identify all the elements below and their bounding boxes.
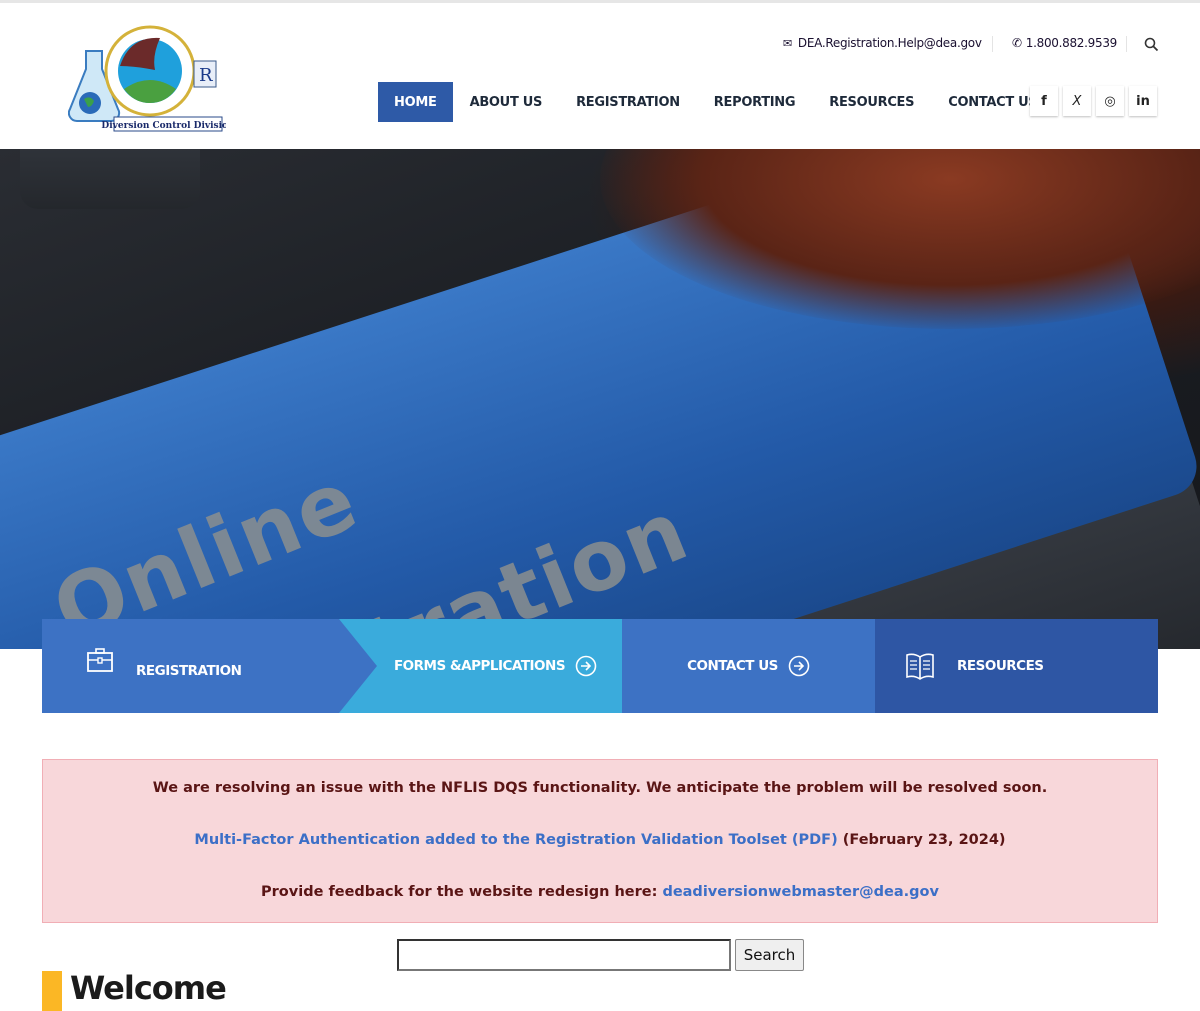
webmaster-email-link[interactable]: deadiversionwebmaster@dea.gov <box>662 884 939 900</box>
phone-icon: ✆ <box>1012 36 1022 50</box>
tile-label: FORMS &APPLICATIONS <box>393 658 566 674</box>
tile-label: REGISTRATION <box>136 663 242 679</box>
tile-registration[interactable]: REGISTRATION <box>42 619 377 713</box>
welcome-heading: Welcome <box>70 969 227 1007</box>
tile-label: RESOURCES <box>957 658 1044 674</box>
tile-forms-applications[interactable]: FORMS &APPLICATIONS <box>339 619 622 713</box>
alert-date: (February 23, 2024) <box>837 832 1006 848</box>
nav-about-us[interactable]: ABOUT US <box>453 82 560 122</box>
site-search-input[interactable] <box>397 939 731 971</box>
email-contact[interactable]: ✉ DEA.Registration.Help@dea.gov <box>783 36 982 50</box>
alert-banner: We are resolving an issue with the NFLIS… <box>42 759 1158 923</box>
svg-text:R: R <box>199 65 213 86</box>
alert-feedback: Provide feedback for the website redesig… <box>43 884 1157 900</box>
envelope-icon: ✉ <box>783 36 792 50</box>
linkedin-icon[interactable]: in <box>1129 86 1157 116</box>
hero-banner: Online Registration ctrl <box>0 149 1200 649</box>
main-nav: HOME ABOUT US REGISTRATION REPORTING RES… <box>378 82 1054 122</box>
dea-diversion-logo[interactable]: R Diversion Control Division <box>68 21 226 133</box>
tile-contact-us[interactable]: CONTACT US <box>622 619 875 713</box>
nav-resources[interactable]: RESOURCES <box>812 82 931 122</box>
heading-accent-bar <box>42 971 62 1011</box>
tile-resources[interactable]: RESOURCES <box>875 619 1158 713</box>
phone-link[interactable]: 1.800.882.9539 <box>1026 36 1118 50</box>
mfa-pdf-link[interactable]: Multi-Factor Authentication added to the… <box>194 832 837 848</box>
instagram-icon[interactable]: ◎ <box>1096 86 1124 116</box>
nav-registration[interactable]: REGISTRATION <box>559 82 697 122</box>
tile-label: CONTACT US <box>687 658 778 674</box>
facebook-icon[interactable]: f <box>1030 86 1058 116</box>
alert-nflis: We are resolving an issue with the NFLIS… <box>152 780 1048 796</box>
nav-home[interactable]: HOME <box>378 82 453 122</box>
email-link[interactable]: DEA.Registration.Help@dea.gov <box>798 36 982 50</box>
briefcase-icon <box>87 648 113 672</box>
quick-links: REGISTRATION FORMS &APPLICATIONS CONTACT… <box>42 619 1158 713</box>
arrow-circle-icon <box>575 655 597 677</box>
phone-contact[interactable]: ✆ 1.800.882.9539 <box>1012 36 1117 50</box>
book-icon <box>906 653 934 680</box>
social-links: f X ◎ in <box>1030 86 1157 116</box>
alert-mfa: Multi-Factor Authentication added to the… <box>43 832 1157 848</box>
feedback-text: Provide feedback for the website redesig… <box>261 884 663 900</box>
svg-text:Diversion Control Division: Diversion Control Division <box>101 121 226 131</box>
search-icon[interactable] <box>1144 37 1159 52</box>
x-icon[interactable]: X <box>1063 86 1091 116</box>
search-button[interactable]: Search <box>735 939 804 971</box>
nav-reporting[interactable]: REPORTING <box>697 82 812 122</box>
arrow-circle-icon <box>788 655 810 677</box>
